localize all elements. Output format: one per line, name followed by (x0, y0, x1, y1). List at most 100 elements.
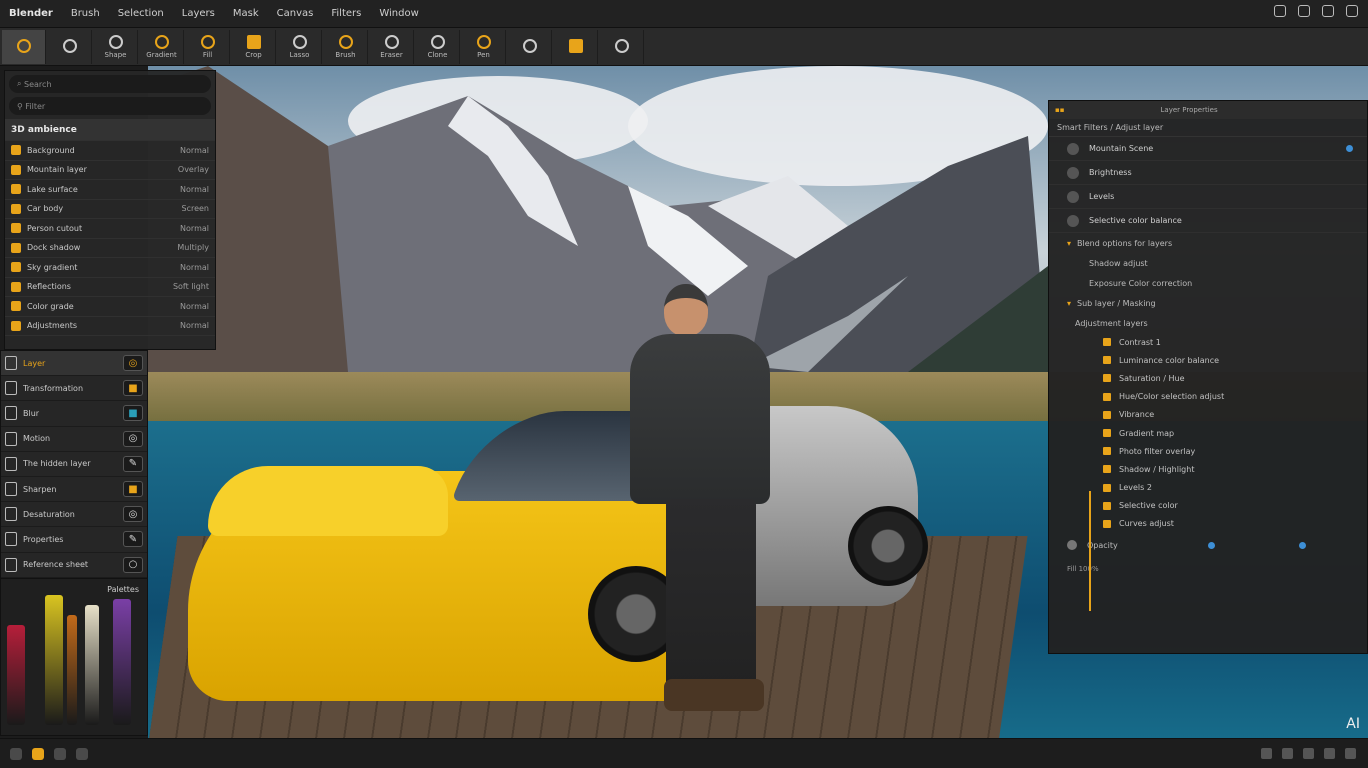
filter-input[interactable]: Filter (25, 102, 45, 111)
prop-row[interactable]: Brightness (1049, 161, 1367, 185)
tool-settings[interactable] (600, 29, 644, 64)
panel-tab-icon[interactable]: ▪▪ (1055, 106, 1065, 114)
layer-row[interactable]: Dock shadow Multiply (5, 239, 215, 258)
swatch[interactable] (67, 615, 77, 725)
adjust-row-blur[interactable]: Blur ■ (1, 401, 147, 427)
menu-item-window[interactable]: Window (370, 8, 427, 19)
layer-row[interactable]: Lake surface Normal (5, 180, 215, 200)
sub-row[interactable]: Shadow adjust (1049, 253, 1367, 273)
tool-eyedropper[interactable] (508, 29, 552, 64)
layer-row[interactable]: Background Normal (5, 141, 215, 161)
swatch[interactable] (113, 599, 131, 725)
fill-slider-handle[interactable] (1298, 541, 1306, 549)
tool-fill[interactable]: Fill (186, 29, 230, 64)
menu-item-filters[interactable]: Filters (322, 8, 370, 19)
desaturate-toggle-icon[interactable]: ◎ (123, 506, 143, 523)
list-item[interactable]: Contrast 1 (1049, 333, 1367, 351)
menu-item-brush[interactable]: Brush (62, 8, 109, 19)
tool-text[interactable] (48, 29, 92, 64)
layer-search[interactable]: ⌕ Search (9, 75, 211, 93)
adjust-row-desaturate[interactable]: Desaturation ◎ (1, 502, 147, 528)
adjust-row-layer[interactable]: Layer ◎ (1, 351, 147, 377)
layer-toggle-icon[interactable]: ◎ (123, 355, 143, 372)
restore-icon[interactable] (1298, 5, 1310, 17)
tool-clone[interactable]: Clone (416, 29, 460, 64)
menu-item-layers[interactable]: Layers (173, 8, 224, 19)
layer-row[interactable]: Sky gradient Normal (5, 258, 215, 278)
list-item[interactable]: Saturation / Hue (1049, 369, 1367, 387)
adjust-row-hidden[interactable]: The hidden layer ✎ (1, 452, 147, 477)
adjust-row-motion[interactable]: Motion ◎ (1, 427, 147, 452)
swatch[interactable] (7, 625, 25, 725)
tool-lasso[interactable]: Lasso (278, 29, 322, 64)
app-logo[interactable]: Blender (0, 8, 62, 19)
search-input[interactable]: Search (24, 80, 51, 89)
tool-gradient[interactable]: Gradient (140, 29, 184, 64)
status-icon[interactable] (54, 747, 66, 760)
fit-icon[interactable] (1303, 748, 1314, 759)
blur-toggle-icon[interactable]: ■ (123, 405, 143, 422)
prop-row[interactable]: Levels (1049, 185, 1367, 209)
tool-crop[interactable]: Crop (232, 29, 276, 64)
properties-toggle-icon[interactable]: ✎ (123, 531, 143, 548)
reference-toggle-icon[interactable]: ○ (123, 556, 143, 573)
menu-item-canvas[interactable]: Canvas (268, 8, 323, 19)
info-icon[interactable] (1345, 748, 1356, 759)
layer-row[interactable]: Color grade Normal (5, 297, 215, 317)
motion-toggle-icon[interactable]: ◎ (123, 430, 143, 447)
list-item[interactable]: Vibrance (1049, 406, 1367, 424)
prop-row[interactable]: Selective color balance (1049, 209, 1367, 233)
layer-row[interactable]: Mountain layer Overlay (5, 161, 215, 180)
opacity-slider-handle[interactable] (1207, 541, 1215, 549)
hidden-toggle-icon[interactable]: ✎ (123, 455, 143, 472)
status-icon[interactable] (32, 747, 44, 760)
sub-row[interactable]: Exposure Color correction (1049, 273, 1367, 293)
tool-brush[interactable]: Brush (324, 29, 368, 64)
grid-icon[interactable] (1282, 748, 1293, 759)
list-item[interactable]: Gradient map (1049, 424, 1367, 442)
opacity-row[interactable]: Opacity (1049, 533, 1367, 557)
zoom-icon[interactable] (1261, 748, 1272, 759)
section-sublayer[interactable]: Sub layer / Masking (1049, 293, 1367, 313)
person (630, 284, 770, 714)
list-item[interactable]: Hue/Color selection adjust (1049, 388, 1367, 406)
settings-icon[interactable] (1324, 748, 1335, 759)
adjust-row-reference[interactable]: Reference sheet ○ (1, 553, 147, 578)
prop-row[interactable]: Mountain Scene (1049, 137, 1367, 161)
adjust-row-transform[interactable]: Transformation ■ (1, 376, 147, 402)
list-item[interactable]: Luminance color balance (1049, 351, 1367, 369)
menu-item-selection[interactable]: Selection (109, 8, 173, 19)
adjust-row-sharpen[interactable]: Sharpen ■ (1, 477, 147, 503)
adjust-row-properties[interactable]: Properties ✎ (1, 527, 147, 553)
tool-pen[interactable]: Pen (462, 29, 506, 64)
minimize-icon[interactable] (1274, 5, 1286, 17)
tool-shape[interactable]: Shape (94, 29, 138, 64)
maximize-icon[interactable] (1322, 5, 1334, 17)
status-icon[interactable] (76, 747, 88, 760)
layer-row[interactable]: Person cutout Normal (5, 219, 215, 239)
swatch[interactable] (85, 605, 99, 725)
brush-icon (338, 34, 353, 49)
section-blend-options[interactable]: Blend options for layers (1049, 233, 1367, 253)
layer-bullet-icon (1103, 392, 1111, 401)
tool-more[interactable] (554, 29, 598, 64)
swatch[interactable] (45, 595, 63, 725)
status-icon[interactable] (10, 747, 22, 760)
layer-bullet-icon (1103, 501, 1111, 510)
close-icon[interactable] (1346, 5, 1358, 17)
list-item[interactable]: Selective color (1049, 497, 1367, 515)
layer-row[interactable]: Reflections Soft light (5, 278, 215, 297)
tool-select[interactable] (2, 29, 46, 64)
list-item[interactable]: Photo filter overlay (1049, 442, 1367, 460)
transform-toggle-icon[interactable]: ■ (123, 380, 143, 397)
layer-filter[interactable]: ⚲ Filter (9, 97, 211, 115)
list-item[interactable]: Levels 2 (1049, 479, 1367, 497)
list-item[interactable]: Shadow / Highlight (1049, 460, 1367, 478)
layer-row[interactable]: Car body Screen (5, 200, 215, 219)
menu-item-mask[interactable]: Mask (224, 8, 268, 19)
sharpen-toggle-icon[interactable]: ■ (123, 481, 143, 498)
filter-icon: ⚲ (17, 101, 26, 111)
list-item[interactable]: Curves adjust (1049, 515, 1367, 533)
layer-row[interactable]: Adjustments Normal (5, 317, 215, 336)
tool-eraser[interactable]: Eraser (370, 29, 414, 64)
